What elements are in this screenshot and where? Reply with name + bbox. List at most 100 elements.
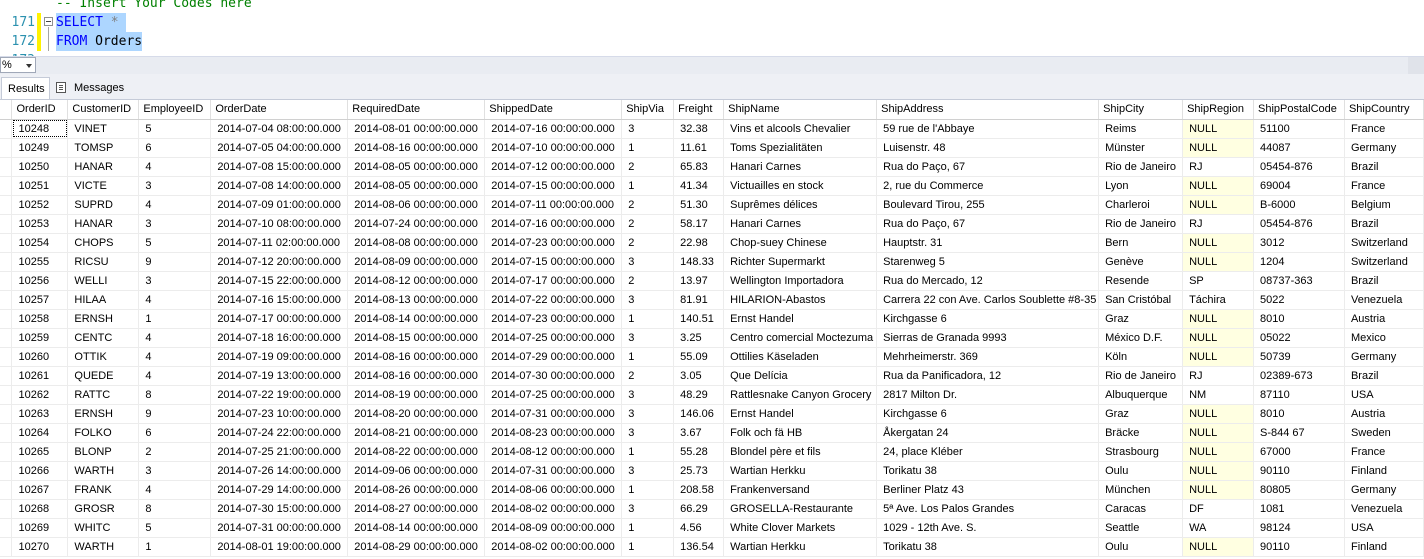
- cell-shipaddress[interactable]: Hauptstr. 31: [876, 233, 1100, 253]
- cell-customerid[interactable]: VICTE: [67, 176, 140, 196]
- cell-orderdate[interactable]: 2014-07-22 19:00:00.000: [210, 385, 349, 405]
- cell-shippostalcode[interactable]: 05454-876: [1253, 214, 1345, 234]
- cell-employeeid[interactable]: 4: [138, 157, 212, 177]
- row-header[interactable]: [0, 214, 13, 234]
- cell-requireddate[interactable]: 2014-07-24 00:00:00.000: [347, 214, 486, 234]
- cell-shippeddate[interactable]: 2014-08-12 00:00:00.000: [484, 442, 623, 462]
- cell-customerid[interactable]: WARTH: [67, 537, 140, 557]
- cell-orderdate[interactable]: 2014-08-01 19:00:00.000: [210, 537, 349, 557]
- cell-employeeid[interactable]: 4: [138, 328, 212, 348]
- cell-shipaddress[interactable]: Åkergatan 24: [876, 423, 1100, 443]
- row-header[interactable]: [0, 385, 13, 405]
- cell-shipvia[interactable]: 3: [621, 499, 675, 519]
- cell-shippostalcode[interactable]: 05454-876: [1253, 157, 1345, 177]
- cell-shipname[interactable]: Ottilies Käseladen: [723, 347, 878, 367]
- column-header-shippostalcode[interactable]: ShipPostalCode: [1253, 100, 1345, 120]
- row-header[interactable]: [0, 499, 13, 519]
- cell-shipcity[interactable]: Lyon: [1098, 176, 1184, 196]
- cell-orderid[interactable]: 10251: [11, 176, 69, 196]
- cell-freight[interactable]: 65.83: [673, 157, 725, 177]
- cell-shipaddress[interactable]: Kirchgasse 6: [876, 404, 1100, 424]
- cell-orderid[interactable]: 10253: [11, 214, 69, 234]
- cell-shippeddate[interactable]: 2014-07-30 00:00:00.000: [484, 366, 623, 386]
- cell-shippostalcode[interactable]: 44087: [1253, 138, 1345, 158]
- table-row[interactable]: 10249 TOMSP 6 2014-07-05 04:00:00.000 2014-0…: [0, 138, 1424, 158]
- cell-customerid[interactable]: CENTC: [67, 328, 140, 348]
- cell-shipvia[interactable]: 1: [621, 176, 675, 196]
- cell-shipaddress[interactable]: Carrera 22 con Ave. Carlos Soublette #8-…: [876, 290, 1100, 310]
- column-header-shipregion[interactable]: ShipRegion: [1182, 100, 1255, 120]
- cell-shipaddress[interactable]: Rua do Paço, 67: [876, 157, 1100, 177]
- column-header-shipvia[interactable]: ShipVia: [621, 100, 675, 120]
- column-header-customerid[interactable]: CustomerID: [67, 100, 140, 120]
- cell-shipregion[interactable]: NULL: [1182, 423, 1255, 443]
- cell-customerid[interactable]: WARTH: [67, 461, 140, 481]
- cell-shipcountry[interactable]: Switzerland: [1344, 233, 1424, 253]
- cell-employeeid[interactable]: 6: [138, 423, 212, 443]
- table-row[interactable]: 10263 ERNSH 9 2014-07-23 10:00:00.000 2014-0…: [0, 404, 1424, 424]
- cell-employeeid[interactable]: 5: [138, 119, 212, 139]
- cell-shipname[interactable]: Hanari Carnes: [723, 157, 878, 177]
- row-header[interactable]: [0, 366, 13, 386]
- table-row[interactable]: 10270 WARTH 1 2014-08-01 19:00:00.000 2014-0…: [0, 537, 1424, 557]
- cell-freight[interactable]: 140.51: [673, 309, 725, 329]
- cell-shippeddate[interactable]: 2014-07-22 00:00:00.000: [484, 290, 623, 310]
- cell-shipaddress[interactable]: 59 rue de l'Abbaye: [876, 119, 1100, 139]
- cell-shippeddate[interactable]: 2014-07-15 00:00:00.000: [484, 176, 623, 196]
- cell-orderdate[interactable]: 2014-07-29 14:00:00.000: [210, 480, 349, 500]
- table-row[interactable]: 10260 OTTIK 4 2014-07-19 09:00:00.000 2014-0…: [0, 347, 1424, 367]
- cell-shipregion[interactable]: NULL: [1182, 461, 1255, 481]
- cell-shipcountry[interactable]: Sweden: [1344, 423, 1424, 443]
- cell-shippeddate[interactable]: 2014-07-25 00:00:00.000: [484, 328, 623, 348]
- cell-shipaddress[interactable]: 2, rue du Commerce: [876, 176, 1100, 196]
- collapse-icon[interactable]: [44, 17, 53, 26]
- cell-shipcountry[interactable]: Austria: [1344, 309, 1424, 329]
- column-header-requireddate[interactable]: RequiredDate: [347, 100, 486, 120]
- table-row[interactable]: 10253 HANAR 3 2014-07-10 08:00:00.000 2014-0…: [0, 214, 1424, 234]
- cell-shipvia[interactable]: 3: [621, 252, 675, 272]
- cell-orderdate[interactable]: 2014-07-26 14:00:00.000: [210, 461, 349, 481]
- cell-shippeddate[interactable]: 2014-07-16 00:00:00.000: [484, 119, 623, 139]
- cell-shipaddress[interactable]: Kirchgasse 6: [876, 309, 1100, 329]
- row-header[interactable]: [0, 176, 13, 196]
- cell-shipregion[interactable]: RJ: [1182, 366, 1255, 386]
- cell-shipcountry[interactable]: Venezuela: [1344, 290, 1424, 310]
- cell-shipname[interactable]: Richter Supermarkt: [723, 252, 878, 272]
- cell-shipvia[interactable]: 3: [621, 290, 675, 310]
- cell-orderdate[interactable]: 2014-07-05 04:00:00.000: [210, 138, 349, 158]
- cell-shipaddress[interactable]: Mehrheimerstr. 369: [876, 347, 1100, 367]
- cell-customerid[interactable]: VINET: [67, 119, 140, 139]
- table-row[interactable]: 10265 BLONP 2 2014-07-25 21:00:00.000 2014-0…: [0, 442, 1424, 462]
- table-row[interactable]: 10258 ERNSH 1 2014-07-17 00:00:00.000 2014-0…: [0, 309, 1424, 329]
- cell-shipname[interactable]: HILARION-Abastos: [723, 290, 878, 310]
- cell-shipaddress[interactable]: Sierras de Granada 9993: [876, 328, 1100, 348]
- cell-requireddate[interactable]: 2014-08-21 00:00:00.000: [347, 423, 486, 443]
- grid-corner[interactable]: [0, 100, 13, 120]
- column-header-shipcity[interactable]: ShipCity: [1098, 100, 1184, 120]
- cell-shipvia[interactable]: 1: [621, 138, 675, 158]
- cell-shippostalcode[interactable]: B-6000: [1253, 195, 1345, 215]
- cell-shipvia[interactable]: 3: [621, 404, 675, 424]
- cell-shipvia[interactable]: 1: [621, 442, 675, 462]
- cell-orderdate[interactable]: 2014-07-09 01:00:00.000: [210, 195, 349, 215]
- cell-shippeddate[interactable]: 2014-07-12 00:00:00.000: [484, 157, 623, 177]
- cell-orderid[interactable]: 10248: [11, 119, 69, 139]
- cell-customerid[interactable]: HILAA: [67, 290, 140, 310]
- cell-customerid[interactable]: CHOPS: [67, 233, 140, 253]
- cell-employeeid[interactable]: 6: [138, 138, 212, 158]
- cell-shippostalcode[interactable]: 90110: [1253, 537, 1345, 557]
- cell-employeeid[interactable]: 8: [138, 385, 212, 405]
- cell-orderdate[interactable]: 2014-07-04 08:00:00.000: [210, 119, 349, 139]
- cell-customerid[interactable]: HANAR: [67, 214, 140, 234]
- cell-shipregion[interactable]: NULL: [1182, 480, 1255, 500]
- column-header-freight[interactable]: Freight: [673, 100, 725, 120]
- cell-orderid[interactable]: 10262: [11, 385, 69, 405]
- cell-orderid[interactable]: 10258: [11, 309, 69, 329]
- cell-shippeddate[interactable]: 2014-07-23 00:00:00.000: [484, 309, 623, 329]
- table-row[interactable]: 10255 RICSU 9 2014-07-12 20:00:00.000 2014-0…: [0, 252, 1424, 272]
- cell-shipcountry[interactable]: Finland: [1344, 537, 1424, 557]
- cell-orderid[interactable]: 10269: [11, 518, 69, 538]
- cell-employeeid[interactable]: 4: [138, 480, 212, 500]
- cell-orderid[interactable]: 10256: [11, 271, 69, 291]
- cell-requireddate[interactable]: 2014-08-12 00:00:00.000: [347, 271, 486, 291]
